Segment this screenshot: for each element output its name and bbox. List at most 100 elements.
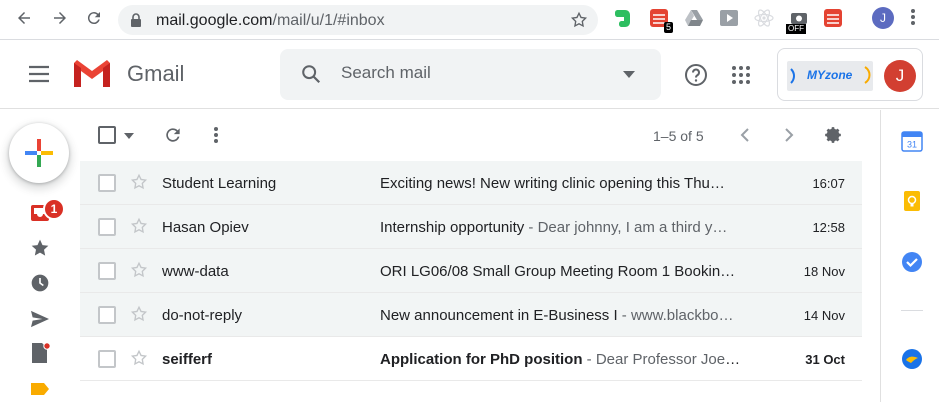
compose-button[interactable] [9, 123, 69, 183]
refresh-icon[interactable] [163, 125, 183, 145]
keep-addon-button[interactable] [901, 190, 923, 212]
side-panel-divider [901, 310, 923, 311]
email-subject: ORI LG06/08 Small Group Meeting Room 1 B… [380, 263, 736, 280]
extension-badge: 5 [663, 22, 673, 33]
row-checkbox[interactable] [98, 218, 116, 236]
search-options-dropdown-icon[interactable] [623, 71, 635, 78]
nav-drafts[interactable] [29, 342, 51, 364]
email-sender: do-not-reply [162, 307, 243, 324]
tasks-check-icon [902, 252, 922, 272]
reload-icon [87, 12, 100, 25]
email-subject: Application for PhD position [380, 351, 583, 368]
camera-extension-icon[interactable]: OFF [786, 7, 810, 34]
email-row[interactable]: seifferf Application for PhD position - … [80, 337, 862, 381]
addon-extension-button[interactable] [901, 348, 923, 370]
star-outline-icon[interactable] [130, 305, 148, 323]
app-name[interactable]: Gmail [127, 61, 184, 87]
main-menu-button[interactable] [28, 65, 50, 88]
email-subject-line: New announcement in E-Business I - www.b… [380, 307, 742, 324]
youtube-extension-icon[interactable] [718, 7, 740, 29]
addon-bird-icon [902, 349, 922, 369]
help-button[interactable] [684, 63, 708, 92]
row-checkbox[interactable] [98, 174, 116, 192]
compose-plus-icon [25, 139, 53, 167]
url-text: mail.google.com/mail/u/1/#inbox [156, 12, 385, 30]
todoist-extension-icon-2[interactable] [822, 7, 844, 29]
settings-gear-icon[interactable] [823, 125, 843, 145]
select-all-checkbox[interactable] [98, 126, 116, 144]
email-sender: www-data [162, 263, 229, 280]
star-outline-icon[interactable] [130, 217, 148, 235]
row-checkbox[interactable] [98, 306, 116, 324]
email-subject-line: Exciting news! New writing clinic openin… [380, 175, 742, 192]
star-outline-icon[interactable] [130, 349, 148, 367]
nav-starred[interactable] [29, 237, 51, 259]
search-input[interactable] [341, 63, 601, 83]
row-checkbox[interactable] [98, 262, 116, 280]
todoist-extension-icon[interactable]: 5 [648, 7, 673, 33]
label-tag-icon [31, 383, 49, 395]
more-vert-icon [911, 9, 915, 25]
forward-button[interactable] [50, 8, 70, 28]
email-sender: Student Learning [162, 175, 277, 192]
lock-icon [131, 13, 141, 27]
help-icon [685, 64, 707, 86]
email-subject: New announcement in E-Business I [380, 307, 618, 324]
email-date: 18 Nov [803, 264, 845, 279]
email-date: 31 Oct [805, 352, 845, 367]
select-dropdown-icon[interactable] [124, 133, 134, 139]
browser-menu-button[interactable] [910, 8, 916, 31]
react-extension-icon[interactable] [753, 7, 775, 29]
account-switcher[interactable]: MYzone J [777, 48, 923, 101]
search-icon[interactable] [300, 63, 322, 85]
nav-sent[interactable] [29, 308, 51, 330]
email-snippet: - www.blackbo… [617, 307, 734, 324]
google-apps-button[interactable] [731, 65, 751, 90]
drive-extension-icon[interactable] [683, 7, 705, 29]
nav-snoozed[interactable] [29, 272, 51, 294]
email-date: 14 Nov [803, 308, 845, 323]
email-row[interactable]: www-data ORI LG06/08 Small Group Meeting… [80, 249, 862, 293]
star-icon [31, 239, 49, 256]
arrow-right-icon [54, 12, 66, 24]
row-checkbox[interactable] [98, 350, 116, 368]
email-sender: Hasan Opiev [162, 219, 249, 236]
browser-toolbar: mail.google.com/mail/u/1/#inbox 5 OFF J [0, 0, 939, 40]
account-avatar[interactable]: J [884, 60, 916, 92]
evernote-extension-icon[interactable] [612, 7, 634, 29]
nav-label[interactable] [29, 378, 51, 400]
star-outline-icon[interactable] [130, 261, 148, 279]
back-button[interactable] [14, 8, 34, 28]
pagination-label: 1–5 of 5 [653, 128, 704, 144]
tasks-addon-button[interactable] [901, 251, 923, 273]
reload-button[interactable] [84, 8, 104, 28]
chevron-left-icon[interactable] [740, 128, 749, 142]
gmail-header: Gmail MYzone J [0, 41, 939, 109]
email-subject: Internship opportunity [380, 219, 525, 236]
email-snippet: - Dear johnny, I am a third y… [524, 219, 728, 236]
side-panel: 31 [880, 110, 939, 402]
draft-document-icon [32, 342, 51, 363]
chevron-right-icon[interactable] [785, 128, 794, 142]
extension-off-badge: OFF [786, 24, 806, 34]
more-options-icon[interactable] [213, 126, 219, 144]
search-bar[interactable] [280, 49, 661, 100]
email-subject-line: Application for PhD position - Dear Prof… [380, 351, 742, 368]
menu-icon [29, 65, 49, 83]
myzone-label: MYzone [807, 68, 853, 82]
myzone-logo: MYzone [787, 61, 873, 91]
url-path: /mail/u/1/#inbox [272, 12, 385, 29]
apps-grid-icon [732, 66, 750, 84]
email-row[interactable]: Student Learning Exciting news! New writ… [80, 161, 862, 205]
clock-icon [31, 274, 49, 292]
bookmark-star-icon[interactable] [570, 11, 588, 29]
calendar-addon-button[interactable]: 31 [901, 130, 923, 152]
address-bar[interactable]: mail.google.com/mail/u/1/#inbox [118, 5, 598, 35]
browser-profile-avatar[interactable]: J [872, 7, 894, 29]
left-sidebar: 1 [0, 110, 80, 402]
email-subject-line: ORI LG06/08 Small Group Meeting Room 1 B… [380, 263, 742, 280]
gmail-logo-icon[interactable] [72, 59, 112, 94]
star-outline-icon[interactable] [130, 173, 148, 191]
email-row[interactable]: Hasan Opiev Internship opportunity - Dea… [80, 205, 862, 249]
email-row[interactable]: do-not-reply New announcement in E-Busin… [80, 293, 862, 337]
